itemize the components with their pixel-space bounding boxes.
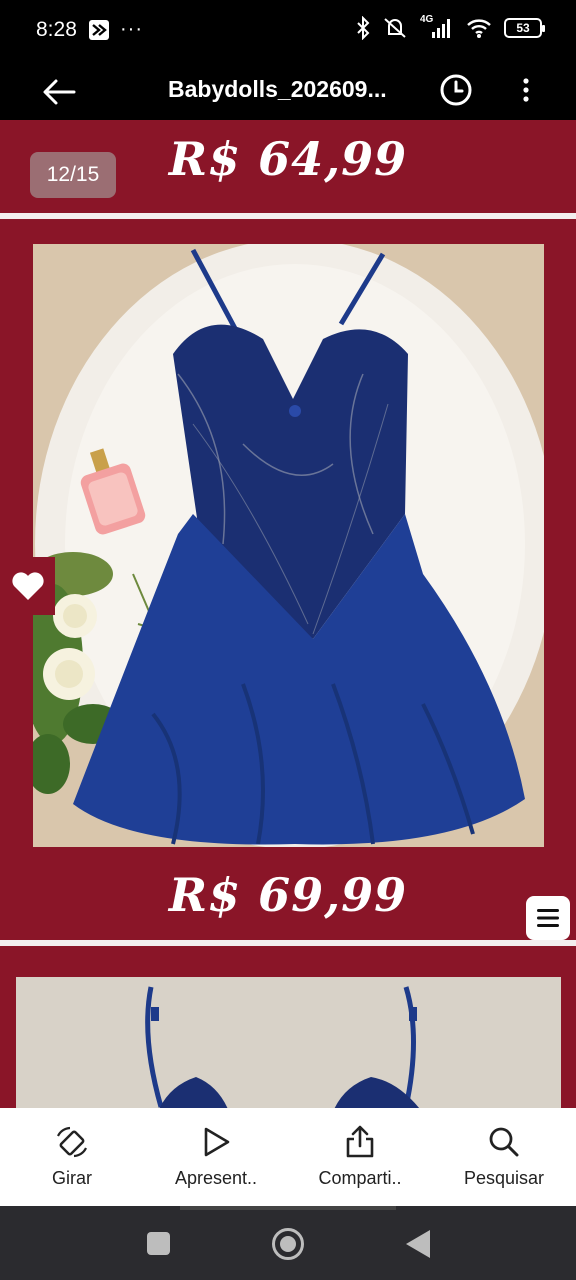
more-options-button[interactable] — [514, 70, 538, 110]
arrow-left-icon — [43, 79, 76, 105]
rotate-label: Girar — [52, 1168, 92, 1188]
system-nav-bar — [0, 1206, 576, 1280]
bluetooth-icon — [357, 16, 370, 40]
present-button[interactable]: Apresent.. — [144, 1108, 288, 1206]
search-icon — [489, 1127, 519, 1157]
status-time: 8:28 — [36, 18, 77, 41]
nav-handle — [180, 1206, 396, 1210]
share-label: Comparti.. — [318, 1168, 402, 1188]
menu-button[interactable] — [526, 896, 570, 940]
history-button[interactable] — [436, 70, 476, 110]
favorite-button[interactable] — [0, 557, 55, 615]
product-photo — [33, 244, 544, 847]
more-dots-icon: ··· — [120, 18, 143, 40]
hamburger-menu-icon — [537, 909, 559, 927]
app-notification-icon — [89, 19, 109, 40]
product-photo-next — [16, 977, 561, 1108]
battery-level: 53 — [516, 21, 530, 35]
bottom-toolbar: Girar Apresent.. Comparti.. Pesquisar — [0, 1108, 576, 1206]
divider — [0, 213, 576, 219]
price-main: R$ 69,99 — [168, 868, 408, 922]
home-button[interactable] — [272, 1228, 304, 1260]
recents-button[interactable] — [147, 1232, 170, 1255]
heart-icon — [11, 572, 44, 600]
search-label: Pesquisar — [463, 1168, 545, 1188]
share-button[interactable]: Comparti.. — [288, 1108, 432, 1206]
page-counter: 12/15 — [30, 152, 116, 198]
share-icon — [346, 1125, 374, 1158]
mute-vibrate-icon — [384, 18, 406, 38]
wifi-icon — [467, 19, 491, 38]
more-vertical-icon — [523, 78, 529, 102]
file-title: Babydolls_202609... — [168, 76, 387, 102]
document-page[interactable]: R$ 64,99 12/15 R$ 69,99 — [0, 120, 576, 1108]
status-bar: 8:28 ··· 4G 53 — [0, 0, 576, 62]
search-button[interactable]: Pesquisar — [432, 1108, 576, 1206]
play-icon — [204, 1127, 230, 1157]
divider — [0, 940, 576, 946]
present-label: Apresent.. — [174, 1168, 258, 1188]
rotate-button[interactable]: Girar — [0, 1108, 144, 1206]
back-button[interactable] — [40, 72, 80, 112]
rotate-icon — [57, 1126, 87, 1158]
system-back-button[interactable] — [406, 1230, 430, 1258]
battery-icon: 53 — [504, 18, 545, 38]
app-bar: Babydolls_202609... — [0, 62, 576, 120]
signal-icon — [432, 19, 450, 38]
clock-icon — [440, 74, 472, 106]
